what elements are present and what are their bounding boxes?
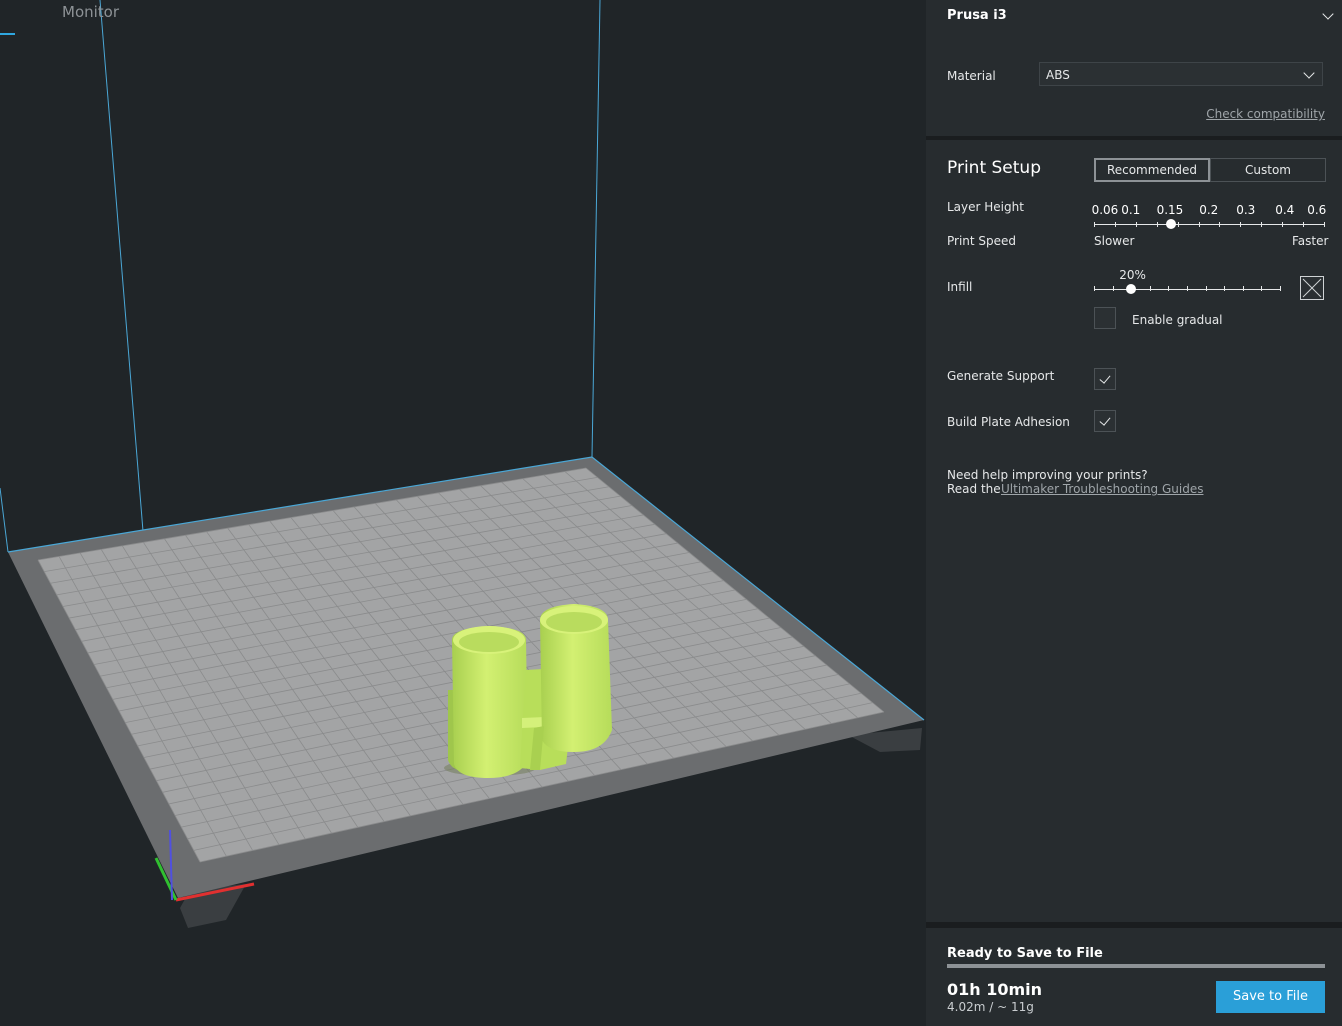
slider-tick — [1156, 222, 1158, 227]
layer-height-value: 0.15 — [1156, 203, 1184, 217]
slider-tick — [1112, 286, 1114, 291]
slider-tick — [1114, 222, 1116, 227]
material-label: Material — [947, 69, 996, 83]
layer-height-value: 0.6 — [1307, 203, 1327, 217]
slicing-progress-bar — [947, 964, 1325, 968]
slider-tick — [1261, 222, 1263, 227]
3d-viewport[interactable]: Monitor — [0, 0, 926, 1026]
infill-label: Infill — [947, 280, 973, 294]
slider-tick — [1324, 222, 1325, 227]
generate-support-label: Generate Support — [947, 369, 1055, 383]
build-volume-scene[interactable] — [0, 0, 926, 1026]
infill-value: 20% — [1119, 268, 1146, 282]
speed-faster-label: Faster — [1292, 234, 1329, 248]
build-plate-adhesion-label: Build Plate Adhesion — [947, 415, 1070, 429]
printer-panel: Prusa i3 Material ABS Check compatibilit… — [926, 0, 1342, 136]
print-setup-panel: Print Setup Recommended Custom Layer Hei… — [926, 140, 1342, 922]
print-time: 01h 10min — [947, 980, 1043, 999]
slider-tick — [1282, 222, 1284, 227]
tab-custom[interactable]: Custom — [1210, 158, 1326, 182]
slider-tick — [1094, 222, 1095, 227]
troubleshooting-guides-link[interactable]: Ultimaker Troubleshooting Guides — [1001, 482, 1203, 496]
slider-tick — [1240, 222, 1242, 227]
layer-height-handle[interactable] — [1166, 219, 1176, 229]
print-setup-title: Print Setup — [947, 158, 1041, 178]
help-read-prefix: Read the — [947, 482, 1001, 496]
slider-tick — [1242, 286, 1244, 291]
slider-tick — [1177, 222, 1179, 227]
speed-slower-label: Slower — [1094, 234, 1135, 248]
slider-tick — [1280, 286, 1281, 291]
volume-edge-back-right — [591, 0, 601, 458]
check-compatibility-link[interactable]: Check compatibility — [1206, 107, 1325, 121]
layer-height-value: 0.1 — [1121, 203, 1141, 217]
save-to-file-button[interactable]: Save to File — [1216, 981, 1325, 1013]
build-plate-adhesion-checkbox[interactable] — [1094, 410, 1116, 432]
printer-selector[interactable]: Prusa i3 — [947, 8, 1007, 23]
enable-gradual-label: Enable gradual — [1132, 313, 1223, 327]
output-panel: Ready to Save to File 01h 10min 4.02m / … — [926, 928, 1342, 1026]
slider-tick — [1219, 222, 1221, 227]
slider-tick — [1187, 286, 1188, 291]
check-icon — [1099, 414, 1111, 426]
material-value: ABS — [1046, 68, 1070, 82]
enable-gradual-checkbox[interactable] — [1094, 307, 1116, 329]
slider-tick — [1094, 286, 1095, 291]
layer-height-value: 0.2 — [1199, 203, 1219, 217]
slider-tick — [1205, 286, 1207, 291]
output-status: Ready to Save to File — [947, 946, 1103, 961]
slider-tick — [1198, 222, 1200, 227]
layer-height-slider[interactable] — [1094, 224, 1324, 225]
infill-pattern-icon — [1300, 276, 1324, 300]
generate-support-checkbox[interactable] — [1094, 368, 1116, 390]
slider-tick — [1261, 286, 1263, 291]
slider-tick — [1168, 286, 1170, 291]
sidebar: Prusa i3 Material ABS Check compatibilit… — [926, 0, 1342, 1026]
slider-tick — [1303, 222, 1305, 227]
tab-monitor[interactable]: Monitor — [62, 3, 119, 21]
slider-tick — [1135, 222, 1137, 227]
volume-edge-back-left — [0, 487, 9, 553]
infill-handle[interactable] — [1126, 284, 1137, 294]
chevron-down-icon[interactable] — [1322, 8, 1334, 20]
print-speed-label: Print Speed — [947, 234, 1017, 248]
material-select[interactable]: ABS — [1039, 62, 1323, 86]
layer-height-label: Layer Height — [947, 200, 1024, 214]
chevron-down-icon — [1303, 67, 1315, 79]
active-tab-indicator — [0, 33, 15, 35]
material-usage: 4.02m / ~ 11g — [947, 1000, 1034, 1014]
help-text: Need help improving your prints? — [947, 468, 1148, 482]
tab-recommended[interactable]: Recommended — [1094, 158, 1210, 182]
layer-height-value: 0.4 — [1275, 203, 1295, 217]
slider-tick — [1224, 286, 1226, 291]
check-icon — [1099, 372, 1111, 384]
layer-height-value: 0.3 — [1236, 203, 1256, 217]
slider-tick — [1149, 286, 1151, 291]
layer-height-value: 0.06 — [1091, 203, 1119, 217]
